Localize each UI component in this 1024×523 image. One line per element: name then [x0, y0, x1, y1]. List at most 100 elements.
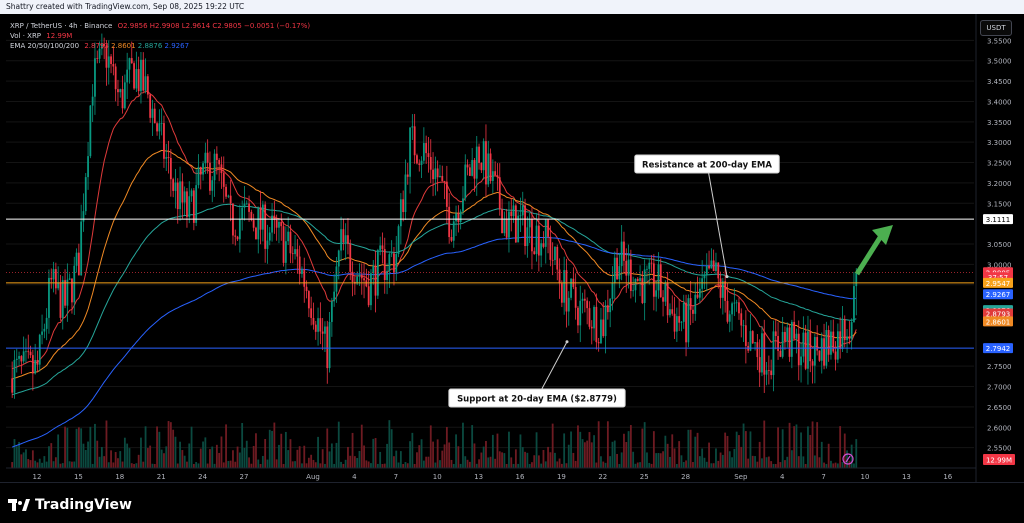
volume-bar [675, 463, 678, 468]
volume-bar [434, 462, 437, 468]
volume-bar [473, 443, 476, 468]
candle-body [574, 287, 577, 308]
candle-body [245, 203, 248, 205]
candle [609, 298, 612, 328]
candle-body [554, 246, 556, 261]
candle [25, 338, 27, 364]
candle [820, 332, 823, 374]
price-chart[interactable]: Resistance at 200-day EMA Support at 20-d… [0, 0, 1024, 482]
candle [41, 314, 43, 345]
candle-body [94, 58, 96, 97]
candle [284, 226, 287, 275]
price-axis[interactable]: 3.5500 3.5000 3.4500 3.4000 3.3500 3.3000 3.25… [975, 14, 1024, 482]
candle-body [363, 278, 365, 281]
volume-bar [280, 433, 283, 468]
candle [795, 328, 798, 354]
candle-body [524, 205, 526, 247]
volume-bar [358, 450, 361, 468]
candle [749, 314, 752, 352]
volume-bar [390, 429, 393, 468]
candle [144, 58, 147, 94]
candle [473, 158, 476, 192]
volume-bar [324, 463, 326, 468]
volume-bar [618, 463, 621, 468]
candle-body [351, 271, 354, 282]
symbol-label[interactable]: XRP / TetherUS · 4h · Binance [10, 22, 112, 30]
volume-bar [554, 452, 556, 468]
candle [188, 181, 191, 224]
candle-body [678, 316, 681, 323]
time-tick-label: 13 [474, 473, 483, 481]
candle [172, 177, 175, 198]
candle-body [266, 240, 269, 249]
currency-badge[interactable]: USDT [980, 20, 1012, 36]
candle-body [659, 264, 662, 298]
candle [774, 319, 777, 350]
price-label: 2.7942 [983, 343, 1013, 354]
time-tick-label: 16 [943, 473, 952, 481]
price-label: 3.1111 [983, 214, 1013, 225]
candle [146, 74, 149, 99]
time-tick-label: 4 [352, 473, 357, 481]
candle-body [480, 162, 483, 171]
volume-bar [779, 462, 782, 468]
candle-body [370, 273, 372, 306]
candle-body [255, 227, 257, 240]
candle-body [222, 173, 225, 187]
candle [669, 303, 671, 318]
candle [266, 224, 269, 264]
candle-body [312, 317, 315, 325]
candle-body [128, 58, 131, 70]
candle-body [689, 298, 692, 310]
candle [574, 273, 577, 320]
price-tick-label: 2.5500 [987, 445, 1012, 453]
candle [351, 261, 354, 297]
candle-body [510, 211, 513, 217]
candle [298, 245, 301, 285]
candle-body [303, 269, 306, 287]
volume-bar [445, 426, 448, 468]
volume-bar [305, 463, 308, 468]
candle [190, 188, 193, 202]
tradingview-logo[interactable]: TradingView [8, 497, 132, 513]
volume-bar [204, 437, 207, 468]
volume-bar [211, 446, 214, 468]
candle [425, 135, 428, 164]
candle-body [738, 302, 740, 314]
candle [222, 156, 225, 203]
price-tick-label: 2.7000 [987, 384, 1012, 392]
volume-bar [735, 431, 738, 468]
candle [620, 225, 623, 281]
volume-bar [420, 439, 423, 468]
candle-body [443, 181, 446, 182]
candle [20, 355, 23, 374]
volume-bar [696, 432, 699, 468]
candle-body [429, 157, 432, 170]
candle [652, 254, 655, 311]
volume-bar [282, 463, 285, 468]
candle [390, 240, 393, 258]
time-axis[interactable]: 12 15 18 21 24 27 Aug 4 7 10 13 16 19 22 25 28 Sep 4 7 10 13… [6, 467, 976, 481]
candle-body [176, 182, 179, 210]
volume-bar [107, 462, 110, 468]
candle-body [611, 282, 614, 299]
volume-label[interactable]: Vol · XRP [10, 32, 41, 40]
tradingview-logo-icon [8, 499, 30, 511]
candle-body [413, 126, 416, 156]
volume-bar [179, 441, 181, 468]
candle-body [291, 253, 294, 255]
volume-bar [328, 451, 331, 468]
candle-body [565, 270, 568, 312]
candle-body [526, 227, 529, 247]
candle-body [252, 220, 255, 228]
ema-label[interactable]: EMA 20/50/100/200 [10, 42, 79, 50]
volume-bar [616, 453, 618, 468]
candle-body [307, 291, 310, 309]
volume-bar [213, 463, 216, 468]
price-tick-label: 3.5000 [987, 58, 1012, 66]
candle-body [636, 278, 639, 281]
time-tick-label: 27 [240, 473, 249, 481]
volume-bar [243, 447, 246, 468]
ema20-value: 2.8793 [84, 42, 109, 50]
candle-body [604, 305, 607, 337]
